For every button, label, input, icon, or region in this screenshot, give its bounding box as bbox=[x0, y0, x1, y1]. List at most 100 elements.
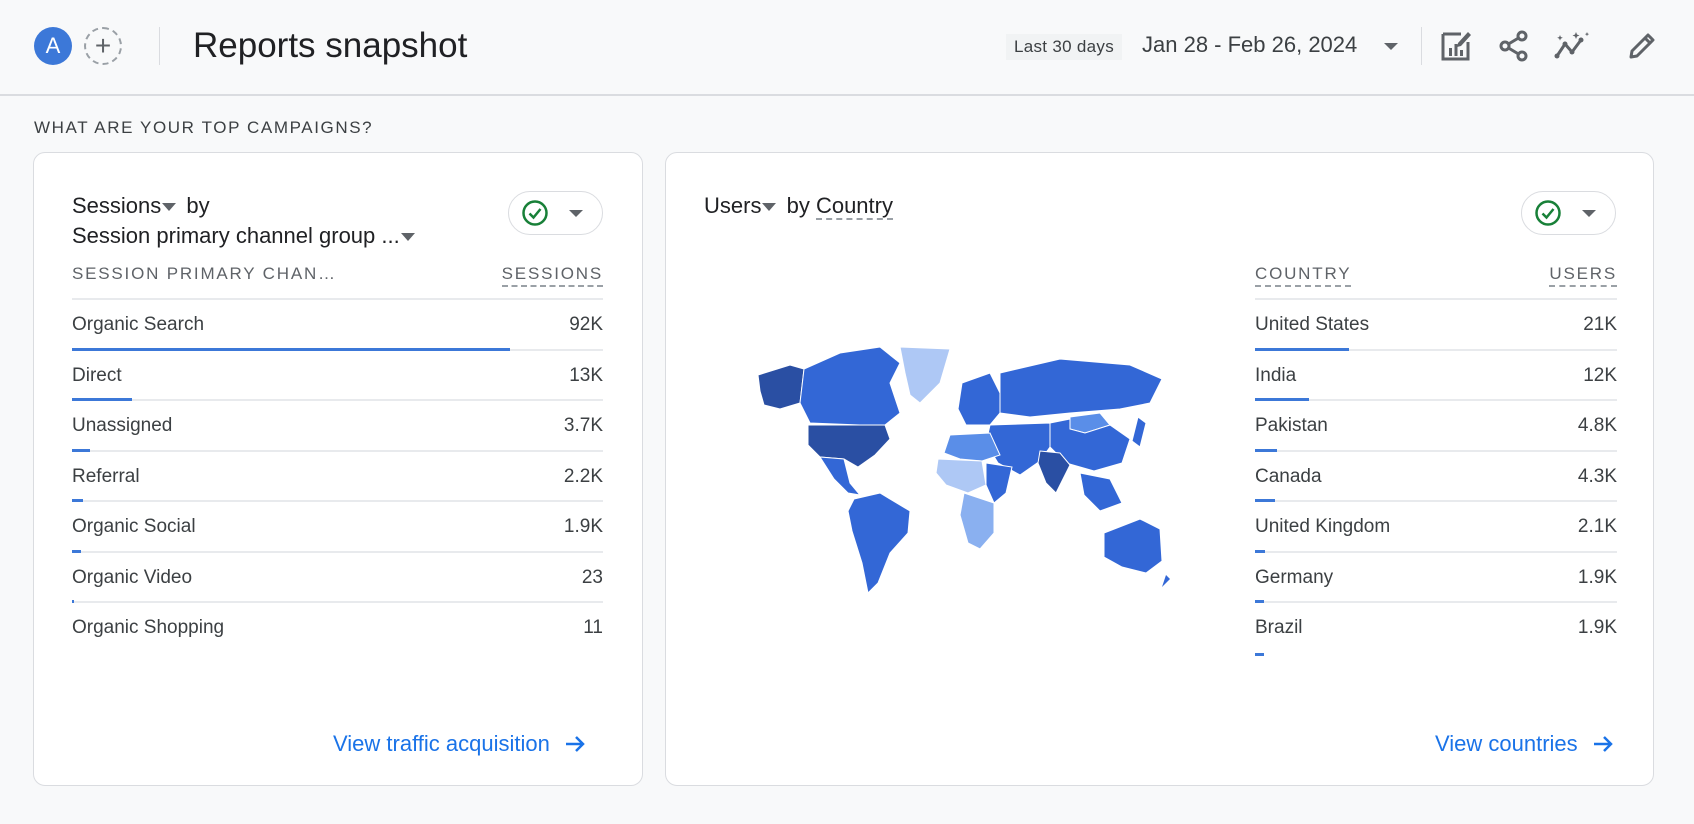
by-label: by bbox=[786, 193, 810, 218]
view-traffic-acquisition-link[interactable]: View traffic acquisition bbox=[333, 731, 586, 757]
share-bar bbox=[1255, 652, 1264, 656]
map-region-southern-africa bbox=[959, 492, 995, 550]
dimension-label: Session primary channel group ... bbox=[72, 223, 400, 248]
row-label: Organic Search bbox=[72, 314, 205, 335]
link-label: View traffic acquisition bbox=[333, 731, 550, 756]
row-label: Direct bbox=[72, 364, 122, 386]
row-value: 4.3K bbox=[1577, 465, 1617, 487]
dimension-label[interactable]: Country bbox=[815, 193, 893, 220]
row-value: 23 bbox=[581, 566, 603, 588]
table-row[interactable]: Organic Video 23 bbox=[72, 553, 603, 603]
table-row[interactable]: India 12K bbox=[1255, 351, 1617, 401]
table-row[interactable]: Referral 2.2K bbox=[72, 452, 603, 502]
dimension-dropdown-icon[interactable] bbox=[400, 233, 415, 242]
link-label: View countries bbox=[1435, 731, 1578, 756]
map-region-west-africa bbox=[935, 458, 987, 494]
chevron-down-icon bbox=[1582, 209, 1596, 217]
check-circle-icon bbox=[1535, 200, 1561, 226]
map-region-east-africa bbox=[985, 462, 1013, 504]
row-value: 13K bbox=[569, 364, 603, 386]
page-title: Reports snapshot bbox=[193, 26, 468, 65]
card-title: Sessions by bbox=[72, 191, 210, 221]
row-label: United Kingdom bbox=[1255, 516, 1391, 537]
row-value: 4.8K bbox=[1577, 415, 1617, 436]
compare-status-button[interactable] bbox=[508, 191, 603, 235]
column-header-users[interactable]: USERS bbox=[1549, 264, 1617, 287]
column-header-channel: SESSION PRIMARY CHAN… bbox=[72, 264, 337, 283]
view-countries-link[interactable]: View countries bbox=[1435, 731, 1614, 757]
map-region-canada bbox=[799, 346, 901, 426]
add-comparison-button[interactable]: + bbox=[84, 27, 122, 65]
date-range-picker[interactable]: Jan 28 - Feb 26, 2024 bbox=[1142, 32, 1357, 58]
chevron-down-icon bbox=[569, 209, 583, 217]
share-icon[interactable] bbox=[1496, 28, 1532, 64]
metric-dropdown-icon[interactable] bbox=[762, 203, 777, 212]
map-region-new-zealand bbox=[1162, 575, 1170, 587]
table-header: COUNTRY USERS bbox=[1255, 264, 1617, 300]
map-region-japan bbox=[1131, 416, 1147, 448]
metric-selector[interactable]: Users bbox=[704, 193, 780, 218]
date-range-dropdown-icon[interactable] bbox=[1384, 43, 1398, 50]
row-value: 2.2K bbox=[563, 465, 603, 487]
sessions-by-channel-card: Sessions by Session primary channel grou… bbox=[33, 152, 643, 786]
insights-icon[interactable] bbox=[1554, 28, 1590, 64]
table-row[interactable]: Pakistan 4.8K bbox=[1255, 401, 1617, 452]
row-value: 12K bbox=[1583, 364, 1617, 386]
column-header-country[interactable]: COUNTRY bbox=[1255, 264, 1352, 287]
table-row[interactable]: Canada 4.3K bbox=[1255, 452, 1617, 502]
row-value: 21K bbox=[1583, 314, 1617, 335]
countries-table: COUNTRY USERS United States 21K India 12K Pa… bbox=[1255, 264, 1617, 656]
row-label: Brazil bbox=[1255, 617, 1303, 638]
map-region-united-states bbox=[807, 424, 891, 468]
table-row[interactable]: Organic Shopping 11 bbox=[72, 603, 603, 654]
row-label: Unassigned bbox=[72, 415, 173, 436]
map-region-europe bbox=[957, 372, 1001, 426]
table-row[interactable]: Direct 13K bbox=[72, 351, 603, 401]
row-value: 1.9K bbox=[563, 516, 603, 537]
users-by-country-card: Users by Country COUNTRY USERS United St… bbox=[665, 152, 1654, 786]
row-value: 3.7K bbox=[563, 415, 603, 436]
map-region-southeast-asia bbox=[1079, 472, 1123, 512]
arrow-right-icon bbox=[565, 736, 585, 752]
dimension-selector[interactable]: Session primary channel group ... bbox=[72, 221, 419, 251]
map-region-australia bbox=[1103, 518, 1163, 574]
arrow-right-icon bbox=[1593, 736, 1613, 752]
table-row[interactable]: United States 21K bbox=[1255, 300, 1617, 351]
map-region-north-africa bbox=[943, 432, 1001, 462]
edit-icon[interactable] bbox=[1624, 28, 1660, 64]
row-label: Organic Shopping bbox=[72, 617, 225, 638]
row-label: India bbox=[1255, 364, 1297, 386]
row-label: United States bbox=[1255, 314, 1370, 335]
row-label: Organic Social bbox=[72, 516, 196, 537]
map-region-alaska bbox=[757, 364, 805, 410]
table-row[interactable]: Organic Social 1.9K bbox=[72, 502, 603, 553]
metric-selector[interactable]: Sessions bbox=[72, 193, 180, 218]
row-label: Canada bbox=[1255, 465, 1322, 487]
section-heading: WHAT ARE YOUR TOP CAMPAIGNS? bbox=[34, 118, 374, 137]
map-region-greenland bbox=[899, 346, 951, 404]
row-value: 92K bbox=[569, 314, 603, 335]
top-bar: A + Reports snapshot Last 30 days Jan 28… bbox=[0, 0, 1694, 96]
date-preset-label[interactable]: Last 30 days bbox=[1006, 34, 1122, 60]
row-label: Germany bbox=[1255, 566, 1334, 588]
column-header-sessions[interactable]: SESSIONS bbox=[501, 264, 603, 287]
table-row[interactable]: United Kingdom 2.1K bbox=[1255, 502, 1617, 553]
map-region-south-america bbox=[847, 492, 911, 595]
customize-report-icon[interactable] bbox=[1438, 28, 1474, 64]
table-row[interactable]: Brazil 1.9K bbox=[1255, 603, 1617, 656]
check-circle-icon bbox=[522, 200, 548, 226]
divider bbox=[1421, 27, 1422, 65]
world-map[interactable] bbox=[750, 343, 1170, 603]
metric-dropdown-icon[interactable] bbox=[162, 203, 177, 212]
divider bbox=[159, 27, 160, 65]
table-header: SESSION PRIMARY CHAN… SESSIONS bbox=[72, 264, 603, 300]
row-value: 1.9K bbox=[1577, 617, 1617, 638]
compare-status-button[interactable] bbox=[1521, 191, 1616, 235]
comparison-avatar[interactable]: A bbox=[34, 27, 72, 65]
table-row[interactable]: Germany 1.9K bbox=[1255, 553, 1617, 603]
row-label: Pakistan bbox=[1255, 415, 1328, 436]
card-title: Users by Country bbox=[704, 191, 893, 221]
table-row[interactable]: Unassigned 3.7K bbox=[72, 401, 603, 452]
row-label: Organic Video bbox=[72, 566, 193, 588]
table-row[interactable]: Organic Search 92K bbox=[72, 300, 603, 351]
